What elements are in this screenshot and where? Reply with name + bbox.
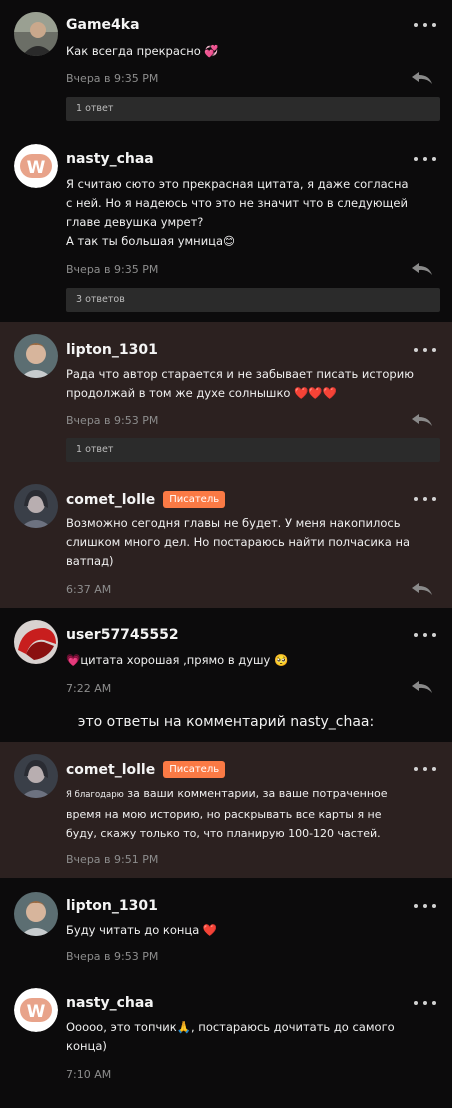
comment-nasty-chaa: W nasty_chaa Я считаю сюто это прекрасна… bbox=[0, 128, 452, 320]
comment-text: 💗цитата хорошая ,прямо в душу 🥺 bbox=[66, 653, 289, 667]
avatar[interactable] bbox=[14, 892, 58, 936]
comment-game4ka: Game4ka Как всегда прекрасно 💞 Вчера в 9… bbox=[0, 0, 452, 128]
reply-lipton-1301: lipton_1301 Буду читать до конца ❤️ Вчер… bbox=[0, 880, 452, 980]
avatar[interactable]: W bbox=[14, 988, 58, 1032]
timestamp: 6:37 AM bbox=[66, 583, 112, 596]
more-options-icon[interactable] bbox=[414, 343, 436, 357]
comment-text: Буду читать до конца ❤️ bbox=[66, 923, 218, 937]
timestamp: Вчера в 9:51 PM bbox=[66, 853, 159, 866]
comment-user57745552: user57745552 💗цитата хорошая ,прямо в ду… bbox=[0, 610, 452, 705]
reply-icon[interactable] bbox=[410, 413, 434, 427]
avatar[interactable]: W bbox=[14, 144, 58, 188]
reply-icon[interactable] bbox=[410, 262, 434, 276]
comment-text: Я считаю сюто это прекрасная цитата, я д… bbox=[66, 177, 409, 248]
comment-comet-lolle: comet_lolle Писатель Возможно сегодня гл… bbox=[0, 472, 452, 608]
username[interactable]: lipton_1301 bbox=[66, 342, 158, 358]
reply-icon[interactable] bbox=[410, 582, 434, 596]
timestamp: Вчера в 9:35 PM bbox=[66, 263, 159, 276]
more-options-icon[interactable] bbox=[414, 18, 436, 32]
boy-avatar-icon bbox=[14, 334, 58, 378]
boy-avatar-icon bbox=[14, 892, 58, 936]
avatar[interactable] bbox=[14, 754, 58, 798]
username[interactable]: nasty_chaa bbox=[66, 151, 154, 167]
comment-text: Рада что автор старается и не забывает п… bbox=[66, 367, 414, 400]
view-replies-button[interactable]: 1 ответ bbox=[66, 438, 440, 462]
comment-text: Возможно сегодня главы не будет. У меня … bbox=[66, 516, 411, 568]
timestamp: Вчера в 9:35 PM bbox=[66, 72, 159, 85]
girl-avatar-icon bbox=[14, 754, 58, 798]
username[interactable]: nasty_chaa bbox=[66, 995, 154, 1011]
avatar[interactable] bbox=[14, 12, 58, 56]
w-logo-icon: W bbox=[14, 988, 58, 1032]
writer-badge: Писатель bbox=[163, 761, 226, 778]
more-options-icon[interactable] bbox=[414, 628, 436, 642]
more-options-icon[interactable] bbox=[414, 996, 436, 1010]
more-options-icon[interactable] bbox=[414, 762, 436, 776]
comment-text: Как всегда прекрасно 💞 bbox=[66, 44, 219, 58]
username[interactable]: Game4ka bbox=[66, 17, 140, 33]
svg-text:W: W bbox=[27, 158, 46, 178]
timestamp: 7:22 AM bbox=[66, 682, 112, 695]
w-logo-icon: W bbox=[14, 144, 58, 188]
avatar[interactable] bbox=[14, 334, 58, 378]
timestamp: Вчера в 9:53 PM bbox=[66, 414, 159, 427]
username[interactable]: comet_lolle Писатель bbox=[66, 491, 226, 508]
view-replies-button[interactable]: 3 ответов bbox=[66, 288, 440, 312]
man-avatar-icon bbox=[14, 12, 58, 56]
username[interactable]: user57745552 bbox=[66, 627, 179, 643]
reply-comet-lolle: comet_lolle Писатель Я благодарю за ваши… bbox=[0, 742, 452, 878]
reply-icon[interactable] bbox=[410, 71, 434, 85]
more-options-icon[interactable] bbox=[414, 492, 436, 506]
replies-caption: это ответы на комментарий nasty_chaa: bbox=[77, 714, 375, 730]
avatar[interactable] bbox=[14, 620, 58, 664]
comment-text: Ооооо, это топчик🙏, постараюсь дочитать … bbox=[66, 1020, 395, 1053]
username[interactable]: comet_lolle Писатель bbox=[66, 761, 226, 778]
avatar[interactable] bbox=[14, 484, 58, 528]
reply-nasty-chaa: W nasty_chaa Ооооо, это топчик🙏, постара… bbox=[0, 980, 452, 1108]
reply-icon[interactable] bbox=[410, 680, 434, 694]
more-options-icon[interactable] bbox=[414, 899, 436, 913]
girl-avatar-icon bbox=[14, 484, 58, 528]
comment-text-small: Я благодарю bbox=[66, 790, 124, 800]
comment-text: Я благодарю за ваши комментарии, за ваше… bbox=[66, 784, 438, 843]
writer-badge: Писатель bbox=[163, 491, 226, 508]
svg-text:W: W bbox=[27, 1002, 46, 1022]
timestamp: 7:10 AM bbox=[66, 1068, 112, 1081]
username[interactable]: lipton_1301 bbox=[66, 898, 158, 914]
more-options-icon[interactable] bbox=[414, 152, 436, 166]
timestamp: Вчера в 9:53 PM bbox=[66, 950, 159, 963]
comment-lipton-1301: lipton_1301 Рада что автор старается и н… bbox=[0, 322, 452, 472]
view-replies-button[interactable]: 1 ответ bbox=[66, 97, 440, 121]
red-helmet-avatar-icon bbox=[14, 620, 58, 664]
